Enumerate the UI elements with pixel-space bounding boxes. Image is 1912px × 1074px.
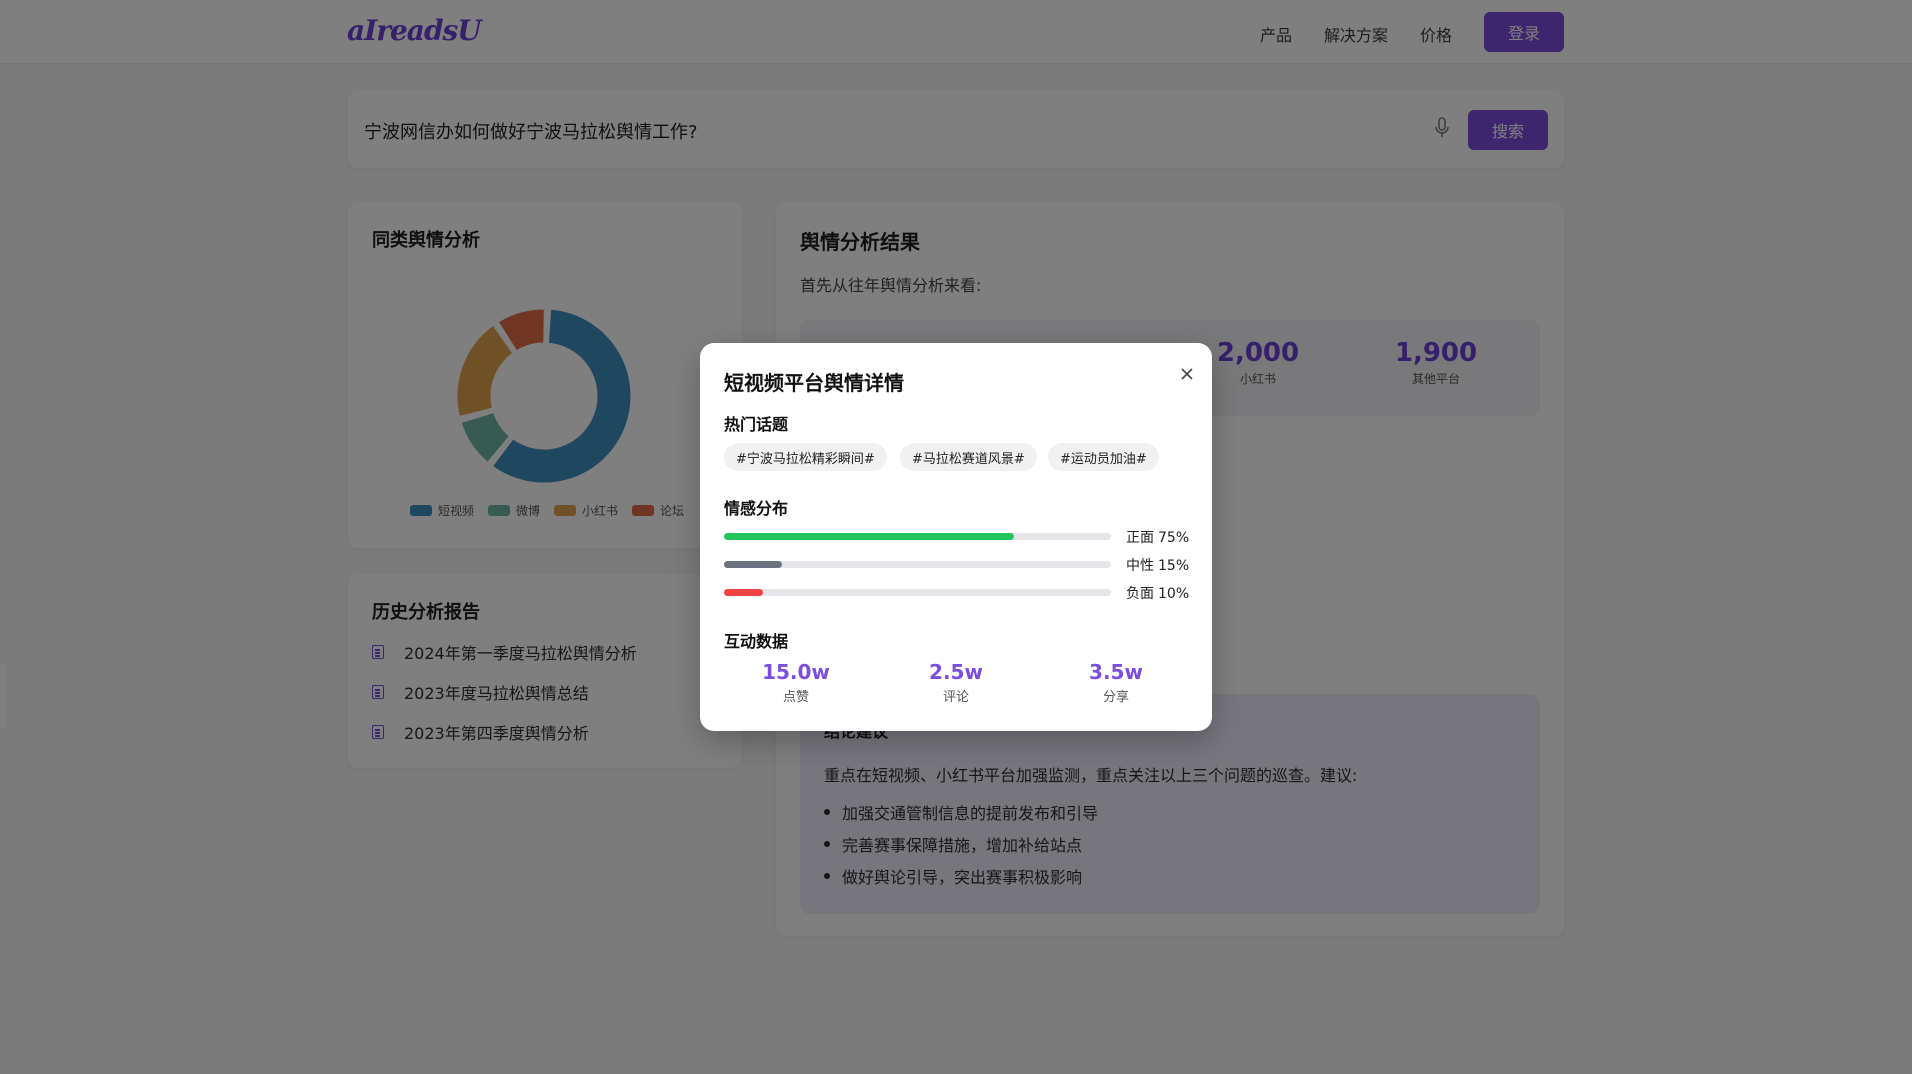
label-text: 正面 — [1126, 530, 1154, 546]
metric-value: 2.5w — [929, 660, 983, 684]
topic-tag[interactable]: #运动员加油# — [1048, 443, 1159, 471]
sentiment-label-negative: 负面 10% — [1126, 583, 1189, 603]
metric-label: 分享 — [1102, 690, 1129, 705]
bar-fill — [724, 589, 763, 596]
label-text: 中性 — [1126, 558, 1154, 574]
topic-tag[interactable]: #宁波马拉松精彩瞬间# — [724, 443, 887, 471]
metric-label: 评论 — [942, 690, 969, 705]
modal-title: 短视频平台舆情详情 — [724, 371, 904, 395]
interaction-title: 互动数据 — [724, 632, 789, 651]
sentiment-label-neutral: 中性 15% — [1126, 555, 1189, 575]
label-value: 10% — [1158, 586, 1190, 602]
sentiment-bar-negative — [724, 589, 1111, 596]
hot-topics-title: 热门话题 — [724, 415, 789, 434]
metric-shares: 3.5w 分享 — [1061, 660, 1171, 705]
bar-fill — [724, 561, 783, 568]
metric-likes: 15.0w 点赞 — [741, 660, 851, 705]
bar-fill — [724, 533, 1015, 540]
label-value: 75% — [1158, 530, 1190, 546]
topic-tag[interactable]: #马拉松赛道风景# — [900, 443, 1037, 471]
sentiment-bar-positive — [724, 533, 1111, 540]
metric-comments: 2.5w 评论 — [901, 660, 1011, 705]
sentiment-bar-neutral — [724, 561, 1111, 568]
sentiment-title: 情感分布 — [724, 499, 789, 518]
metric-value: 3.5w — [1089, 660, 1143, 684]
metric-label: 点赞 — [782, 690, 809, 705]
metric-value: 15.0w — [762, 660, 830, 684]
platform-detail-modal: 短视频平台舆情详情 热门话题 #宁波马拉松精彩瞬间# #马拉松赛道风景# #运动… — [700, 343, 1212, 731]
close-icon[interactable] — [1180, 367, 1194, 381]
label-text: 负面 — [1126, 586, 1154, 602]
sentiment-label-positive: 正面 75% — [1126, 527, 1189, 547]
label-value: 15% — [1158, 558, 1190, 574]
